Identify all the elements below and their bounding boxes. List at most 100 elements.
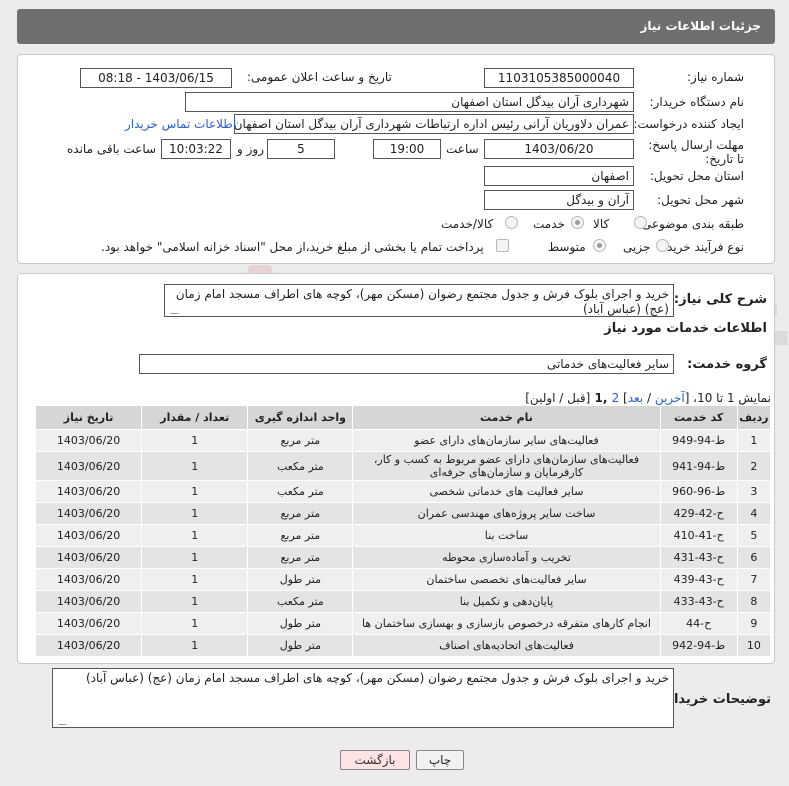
category-goods-service-radio[interactable] xyxy=(505,216,518,229)
unit-cell: متر مکعب xyxy=(247,480,354,503)
service-code-cell: ح-43-431 xyxy=(659,546,738,569)
row-number-cell: 1 xyxy=(736,429,772,452)
row-number-cell: 4 xyxy=(736,502,772,525)
table-row: 4 ح-42-429 ساخت سایر پروژه‌های مهندسی عمرا… xyxy=(34,502,772,525)
unit-cell: متر مکعب xyxy=(247,590,354,613)
unit-cell: متر مربع xyxy=(247,502,354,525)
service-group-field[interactable]: سایر فعالیت‌های خدماتی xyxy=(139,354,674,374)
table-header-row: ردیف کد خدمت نام خدمت واحد اندازه گیری ت… xyxy=(34,405,772,430)
category-service-label: خدمت xyxy=(533,217,565,231)
quantity-cell: 1 xyxy=(141,451,249,481)
col-header-row-number: ردیف xyxy=(736,405,772,430)
col-header-quantity: تعداد / مقدار xyxy=(141,405,249,430)
service-name-cell: تخریب و آماده‌سازی محوطه xyxy=(352,546,661,569)
row-number-cell: 5 xyxy=(736,524,772,547)
pager-current-page: ,1 xyxy=(590,391,612,405)
service-name-cell: پایان‌دهی و تکمیل بنا xyxy=(352,590,661,613)
col-header-unit: واحد اندازه گیری xyxy=(247,405,354,430)
service-name-cell: انجام کارهای متفرقه درخصوص بازسازی و بهس… xyxy=(352,612,661,635)
buyer-notes-textarea[interactable]: خرید و اجرای بلوک فرش و جدول مجتمع رضوان… xyxy=(52,668,674,728)
quantity-cell: 1 xyxy=(141,568,249,591)
summary-textarea[interactable]: خرید و اجرای بلوک فرش و جدول مجتمع رضوان… xyxy=(164,284,674,317)
unit-cell: متر مربع xyxy=(247,429,354,452)
deadline-time-field[interactable]: 19:00 xyxy=(373,139,441,159)
pager-last-link[interactable]: آخرین xyxy=(655,391,685,405)
need-date-cell: 1403/06/20 xyxy=(34,634,143,657)
service-code-cell: ط-96-960 xyxy=(659,480,738,503)
category-service-radio[interactable] xyxy=(571,216,584,229)
service-code-cell: ح-42-429 xyxy=(659,502,738,525)
province-label: استان محل تحویل: xyxy=(649,169,744,183)
page-header: جزئیات اطلاعات نیاز xyxy=(17,9,775,44)
remaining-time-field[interactable]: 10:03:22 xyxy=(161,139,231,159)
deadline-label: مهلت ارسال پاسخ: تا تاریخ: xyxy=(648,138,744,166)
table-row: 3 ط-96-960 سایر فعالیت های خدماتی شخصی متر … xyxy=(34,480,772,503)
unit-cell: متر طول xyxy=(247,568,354,591)
buyer-org-label: نام دستگاه خریدار: xyxy=(649,95,745,109)
process-medium-radio[interactable] xyxy=(593,239,606,252)
need-date-cell: 1403/06/20 xyxy=(34,502,143,525)
unit-cell: متر طول xyxy=(247,612,354,635)
col-header-need-date: تاریخ نیاز xyxy=(34,405,143,430)
quantity-cell: 1 xyxy=(141,502,249,525)
table-row: 7 ح-43-439 سایر فعالیت‌های تخصصی ساختمان مت… xyxy=(34,568,772,591)
table-row: 5 ح-41-410 ساخت بنا متر مربع 1 1403/06/20 xyxy=(34,524,772,547)
buyer-org-field[interactable]: شهرداری آران بیدگل استان اصفهان xyxy=(185,92,634,112)
requester-label: ایجاد کننده درخواست: xyxy=(633,117,744,131)
province-field[interactable]: اصفهان xyxy=(484,166,634,186)
need-date-cell: 1403/06/20 xyxy=(34,590,143,613)
buyer-contact-link[interactable]: اطلاعات تماس خریدار xyxy=(125,117,236,131)
quantity-cell: 1 xyxy=(141,546,249,569)
category-label: طبقه بندی موضوعی: xyxy=(637,217,744,231)
unit-cell: متر طول xyxy=(247,634,354,657)
remaining-label: ساعت باقی مانده xyxy=(67,142,157,156)
need-date-cell: 1403/06/20 xyxy=(34,524,143,547)
col-header-service-code: کد خدمت xyxy=(659,405,738,430)
service-name-cell: سایر فعالیت های خدماتی شخصی xyxy=(352,480,661,503)
table-row: 8 ح-43-433 پایان‌دهی و تکمیل بنا متر مکعب 1 1… xyxy=(34,590,772,613)
back-button[interactable]: بازگشت xyxy=(340,750,410,770)
announce-datetime-field[interactable]: 1403/06/15 - 08:18 xyxy=(80,68,232,88)
buyer-notes-text: خرید و اجرای بلوک فرش و جدول مجتمع رضوان… xyxy=(85,671,669,685)
quantity-cell: 1 xyxy=(141,429,249,452)
days-remaining-field[interactable]: 5 xyxy=(267,139,335,159)
need-number-field[interactable]: 1103105385000040 xyxy=(484,68,634,88)
process-minor-radio[interactable] xyxy=(656,239,669,252)
need-date-cell: 1403/06/20 xyxy=(34,480,143,503)
service-name-cell: فعالیت‌های سایر سازمان‌های دارای عضو xyxy=(352,429,661,452)
category-goods-radio[interactable] xyxy=(634,216,647,229)
treasury-payment-checkbox[interactable] xyxy=(496,239,509,252)
quantity-cell: 1 xyxy=(141,590,249,613)
service-code-cell: ح-44 xyxy=(659,612,738,635)
row-number-cell: 7 xyxy=(736,568,772,591)
pager-mid: ] xyxy=(619,391,628,405)
resize-grip-icon[interactable] xyxy=(165,306,179,314)
row-number-cell: 9 xyxy=(736,612,772,635)
services-table: ردیف کد خدمت نام خدمت واحد اندازه گیری ت… xyxy=(34,405,772,657)
row-number-cell: 3 xyxy=(736,480,772,503)
requester-field[interactable]: عمران دلاوریان آرانی رئیس اداره ارتباطات… xyxy=(234,114,634,134)
services-heading: اطلاعات خدمات مورد نیاز xyxy=(604,321,767,336)
print-button[interactable]: چاپ xyxy=(416,750,464,770)
resize-grip-icon[interactable] xyxy=(53,717,67,725)
city-field[interactable]: آران و بیدگل xyxy=(484,190,634,210)
deadline-date-field[interactable]: 1403/06/20 xyxy=(484,139,634,159)
pager-suffix: [قبل / اولین] xyxy=(525,391,591,405)
service-name-cell: سایر فعالیت‌های تخصصی ساختمان xyxy=(352,568,661,591)
row-number-cell: 6 xyxy=(736,546,772,569)
unit-cell: متر مکعب xyxy=(247,451,354,481)
row-number-cell: 8 xyxy=(736,590,772,613)
row-number-cell: 2 xyxy=(736,451,772,481)
process-label: نوع فرآیند خرید : xyxy=(659,240,744,254)
service-code-cell: ح-43-439 xyxy=(659,568,738,591)
col-header-service-name: نام خدمت xyxy=(352,405,661,430)
service-code-cell: ح-41-410 xyxy=(659,524,738,547)
pager-next-link[interactable]: بعد xyxy=(628,391,643,405)
summary-text: خرید و اجرای بلوک فرش و جدول مجتمع رضوان… xyxy=(175,287,669,316)
process-medium-label: متوسط xyxy=(548,240,586,254)
table-row: 10 ط-94-942 فعالیت‌های اتحادیه‌های اصناف مت… xyxy=(34,634,772,657)
treasury-payment-note: پرداخت تمام یا بخشی از مبلغ خرید،از محل … xyxy=(101,240,484,254)
pager: نمایش 1 تا 10، [آخرین / بعد] 2 ,1 [قبل /… xyxy=(525,391,771,405)
category-goods-service-label: کالا/خدمت xyxy=(441,217,494,231)
quantity-cell: 1 xyxy=(141,524,249,547)
